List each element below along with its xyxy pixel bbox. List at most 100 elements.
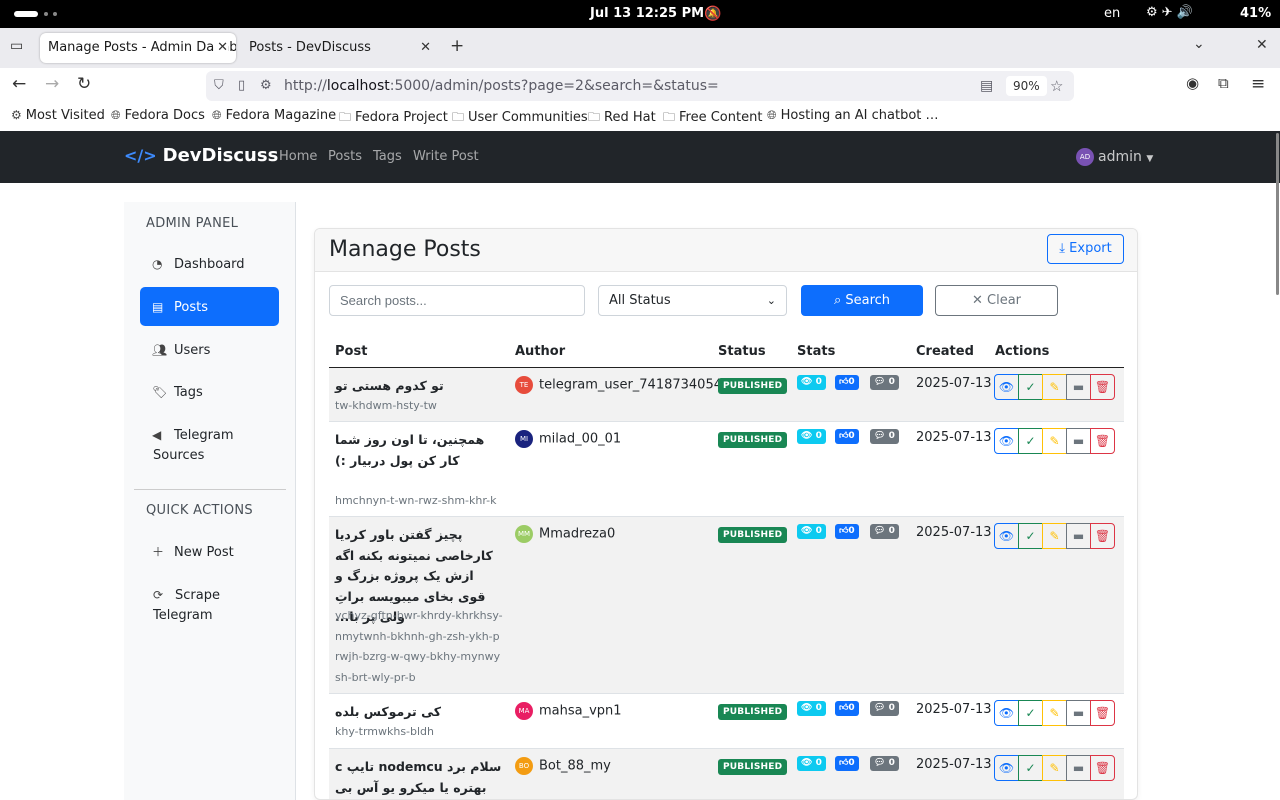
archive-button[interactable]: ▬ (1066, 428, 1091, 454)
notifications-off-icon: 🔕 (704, 6, 722, 22)
approve-button[interactable]: ✓ (1018, 700, 1043, 726)
list-tabs-chevron-icon[interactable]: ⌄ (1193, 36, 1205, 52)
workspace-dot[interactable] (53, 12, 57, 16)
approve-button[interactable]: ✓ (1018, 755, 1043, 781)
post-title-link[interactable]: همچنین، تا اون روز شما کار کن پول دربیار… (335, 430, 503, 471)
delete-button[interactable]: 🗑︎ (1090, 700, 1115, 726)
bookmark-hosting-ai-chatbot[interactable]: 🌐︎ Hosting an AI chatbot … (767, 108, 939, 123)
edit-button[interactable]: ✎ (1042, 428, 1067, 454)
edit-button[interactable]: ✎ (1042, 755, 1067, 781)
post-created-date: 2025-07-13 (916, 430, 992, 445)
bookmark-red-hat[interactable]: 🗀 Red Hat (588, 108, 656, 129)
archive-button[interactable]: ▬ (1066, 700, 1091, 726)
nav-home[interactable]: Home (279, 149, 317, 164)
post-title-link[interactable]: تو کدوم هستی تو (335, 376, 503, 397)
keyboard-language[interactable]: en (1104, 6, 1120, 21)
tab-manage-posts[interactable]: Manage Posts - Admin Dashb ✕ (40, 33, 236, 63)
delete-button[interactable]: 🗑︎ (1090, 755, 1115, 781)
sidebar-item-users[interactable]: 👥︎ Users (140, 340, 279, 361)
zoom-level[interactable]: 90% (1006, 76, 1047, 96)
approve-button[interactable]: ✓ (1018, 523, 1043, 549)
approve-button[interactable]: ✓ (1018, 374, 1043, 400)
search-input[interactable] (329, 285, 585, 316)
forward-arrow-icon[interactable]: → (45, 74, 59, 94)
avatar: AD (1076, 148, 1094, 166)
bookmark-fedora-magazine[interactable]: 🌐︎ Fedora Magazine (212, 108, 336, 123)
system-status-icons[interactable]: ⚙✈🔊 (1146, 5, 1197, 20)
nav-write-post[interactable]: Write Post (413, 149, 479, 164)
column-header-post[interactable]: Post (335, 344, 367, 359)
edit-button[interactable]: ✎ (1042, 700, 1067, 726)
menu-icon[interactable]: ≡ (1251, 74, 1265, 94)
tab-posts-devdiscuss[interactable]: Posts - DevDiscuss ✕ (241, 33, 439, 63)
nav-tags[interactable]: Tags (373, 149, 402, 164)
delete-button[interactable]: 🗑︎ (1090, 374, 1115, 400)
nav-posts[interactable]: Posts (328, 149, 362, 164)
post-created-date: 2025-07-13 (916, 757, 992, 772)
bookmark-star-icon[interactable]: ☆ (1050, 71, 1063, 101)
close-window-icon[interactable]: ✕ (1256, 37, 1268, 53)
close-icon: ✕ (971, 293, 983, 308)
connection-icon[interactable]: ⚙ (260, 71, 272, 101)
post-author: BO Bot_88_my (515, 757, 611, 775)
view-button[interactable]: 👁︎ (994, 755, 1019, 781)
reader-view-icon[interactable]: ▤ (980, 71, 993, 101)
tags-icon: 🏷︎ (152, 385, 168, 399)
close-tab-icon[interactable]: ✕ (214, 33, 228, 63)
sidebar-item-scrape-telegram[interactable]: ⟳ Scrape Telegram (140, 585, 250, 626)
sidebar-item-posts[interactable]: ▤ Posts (140, 287, 279, 326)
code-icon: </> (124, 146, 157, 165)
clear-button[interactable]: ✕ Clear (935, 285, 1058, 316)
bookmark-most-visited[interactable]: ⚙ Most Visited (11, 108, 105, 123)
page-icon[interactable]: ▯ (238, 71, 245, 101)
workspace-indicator[interactable] (14, 11, 38, 17)
url-text[interactable]: http://localhost:5000/admin/posts?page=2… (284, 71, 719, 101)
delete-button[interactable]: 🗑︎ (1090, 428, 1115, 454)
status-select[interactable]: All Status ⌄ (598, 285, 787, 316)
column-header-author[interactable]: Author (515, 344, 565, 359)
column-header-stats[interactable]: Stats (797, 344, 835, 359)
brand-logo[interactable]: </> DevDiscuss (124, 145, 278, 166)
column-header-status[interactable]: Status (718, 344, 766, 359)
refresh-icon: ⟳ (153, 588, 164, 602)
delete-button[interactable]: 🗑︎ (1090, 523, 1115, 549)
search-button[interactable]: ⌕ Search (801, 285, 923, 316)
post-title-link[interactable]: کی ترموکس بلده (335, 702, 503, 723)
tab-overview-icon[interactable]: ▭ (10, 38, 23, 54)
post-title-link[interactable]: سلام برد nodemcu تایپ c بهتره یا میکرو ی… (335, 757, 503, 799)
export-button[interactable]: ⤓ Export (1047, 234, 1124, 264)
shield-icon[interactable]: ⛉ (214, 71, 224, 101)
archive-button[interactable]: ▬ (1066, 755, 1091, 781)
account-icon[interactable]: ◉ (1186, 74, 1199, 92)
edit-button[interactable]: ✎ (1042, 374, 1067, 400)
sidebar-item-tags[interactable]: 🏷︎ Tags (140, 382, 279, 403)
reload-icon[interactable]: ↻ (77, 74, 91, 94)
bookmark-free-content[interactable]: 🗀 Free Content (663, 108, 762, 129)
user-dropdown[interactable]: AD admin ▼ (1076, 148, 1153, 166)
extensions-icon[interactable]: ⧉ (1218, 74, 1229, 92)
clock[interactable]: Jul 13 12:25 PM (590, 6, 704, 21)
url-bar[interactable]: ⛉ ▯ ⚙ http://localhost:5000/admin/posts?… (206, 71, 1074, 101)
bookmark-fedora-project[interactable]: 🗀 Fedora Project (339, 108, 448, 129)
view-button[interactable]: 👁︎ (994, 428, 1019, 454)
column-header-created[interactable]: Created (916, 344, 974, 359)
back-arrow-icon[interactable]: ← (12, 74, 26, 94)
edit-button[interactable]: ✎ (1042, 523, 1067, 549)
view-button[interactable]: 👁︎ (994, 374, 1019, 400)
page-scrollbar[interactable] (1275, 131, 1280, 800)
archive-button[interactable]: ▬ (1066, 523, 1091, 549)
close-tab-icon[interactable]: ✕ (420, 33, 431, 63)
sidebar-item-telegram-sources[interactable]: ◀ Telegram Sources (140, 425, 250, 466)
archive-button[interactable]: ▬ (1066, 374, 1091, 400)
new-tab-icon[interactable]: + (450, 36, 464, 56)
check-icon: ✓ (1025, 761, 1036, 775)
sidebar-item-new-post[interactable]: ＋ New Post (140, 542, 279, 563)
approve-button[interactable]: ✓ (1018, 428, 1043, 454)
sidebar-item-dashboard[interactable]: ◔ Dashboard (140, 254, 279, 274)
workspace-dot[interactable] (44, 12, 48, 16)
bookmark-user-communities[interactable]: 🗀 User Communities (452, 108, 588, 129)
scrollbar-thumb[interactable] (1276, 133, 1279, 295)
view-button[interactable]: 👁︎ (994, 700, 1019, 726)
bookmark-fedora-docs[interactable]: 🌐︎ Fedora Docs (111, 108, 205, 123)
view-button[interactable]: 👁︎ (994, 523, 1019, 549)
